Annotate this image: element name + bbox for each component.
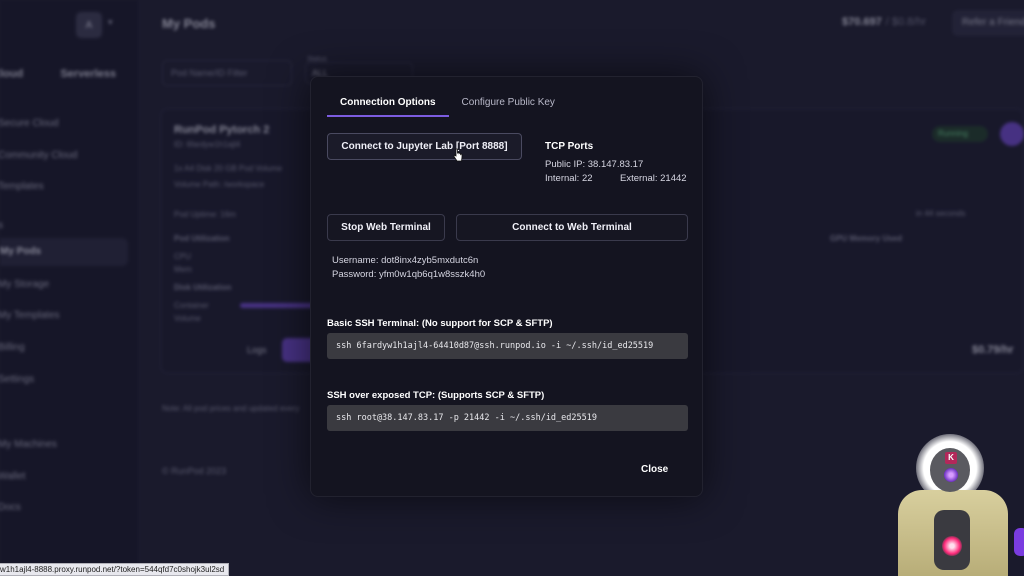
sidebar-item-my-templates[interactable]: My Templates [0, 310, 60, 321]
account-balance: $70.697/ $0.8/hr [842, 16, 926, 28]
pod-price: $0.79/hr [972, 344, 1014, 356]
gpu-memory-label: GPU Memory Used [830, 234, 903, 243]
webcam-overlay: K [890, 430, 1024, 576]
sidebar-item-docs[interactable]: Docs [0, 502, 21, 513]
balance-value: $70.697 [842, 16, 882, 28]
sidebar-item-my-machines[interactable]: My Machines [0, 439, 57, 450]
terminal-password: Password: yfm0w1qb6q1w8sszk4h0 [332, 269, 486, 280]
chevron-down-icon[interactable]: ▾ [108, 17, 113, 28]
sidebar-item-secure-cloud[interactable]: Secure Cloud [0, 118, 59, 129]
status-bar-url: w1h1ajl4-8888.proxy.runpod.net/?token=54… [0, 563, 230, 576]
page-title: My Pods [162, 16, 216, 31]
eye-icon [944, 468, 958, 482]
sidebar-item-my-pods[interactable]: My Pods [0, 238, 128, 266]
internal-port: Internal: 22 [545, 173, 593, 184]
balance-rate: / $0.8/hr [885, 16, 927, 28]
refer-friend-button[interactable]: Refer a Friend [952, 10, 1024, 36]
copyright: © RunPod 2023 [162, 466, 227, 476]
pod-filter-input[interactable]: Pod Name/ID Filter [162, 60, 292, 86]
ssh-basic-command[interactable]: ssh 6fardyw1h1ajl4-64410d87@ssh.runpod.i… [327, 333, 688, 359]
pod-name: RunPod Pytorch 2 [174, 124, 270, 136]
collapse-toggle-button[interactable] [1000, 122, 1024, 146]
pod-id: ID: 6fardyw1h1ajl4 [174, 140, 241, 149]
sidebar: A ▾ Cloud Serverless Secure Cloud Commun… [0, 0, 140, 576]
chat-bubble-icon [1014, 528, 1024, 556]
connect-jupyter-button[interactable]: Connect to Jupyter Lab [Port 8888] [327, 133, 522, 160]
tcp-ports-title: TCP Ports [545, 141, 594, 152]
logs-button[interactable]: Logs [247, 345, 267, 355]
k-logo-icon: K [945, 452, 957, 464]
stop-web-terminal-button[interactable]: Stop Web Terminal [327, 214, 445, 241]
tab-connection-options[interactable]: Connection Options [327, 91, 449, 117]
external-port: External: 21442 [620, 173, 687, 184]
pod-utilization-label: Pod Utilization [174, 234, 230, 243]
sidebar-item-wallet[interactable]: Wallet [0, 471, 25, 482]
sidebar-tab-cloud[interactable]: Cloud [0, 68, 23, 80]
ssh-tcp-command[interactable]: ssh root@38.147.83.17 -p 21442 -i ~/.ssh… [327, 405, 688, 431]
ssh-tcp-title: SSH over exposed TCP: (Supports SCP & SF… [327, 390, 545, 401]
hand-cursor-icon [453, 148, 463, 162]
volume-label: Volume [174, 314, 201, 323]
mem-label: Mem [174, 265, 192, 274]
public-ip: Public IP: 38.147.83.17 [545, 159, 644, 170]
account-avatar[interactable]: A [76, 12, 102, 38]
status-badge: Running [932, 126, 988, 142]
sidebar-item-my-storage[interactable]: My Storage [0, 279, 49, 290]
sidebar-tab-serverless[interactable]: Serverless [60, 68, 116, 80]
modal-tabs: Connection Options Configure Public Key [327, 91, 568, 117]
sidebar-item-templates[interactable]: Templates [0, 181, 44, 192]
pod-specs: 1x A4 Disk 20 GB Pod Volume [174, 164, 283, 173]
sidebar-item-settings[interactable]: Settings [0, 374, 34, 385]
connection-modal: Connection Options Configure Public Key … [310, 76, 703, 497]
pod-volume-path: Volume Path: /workspace [174, 180, 265, 189]
sidebar-item-billing[interactable]: Billing [0, 342, 25, 353]
sidebar-section-label: s [0, 220, 3, 231]
pricing-note: Note: All pod prices and updated every [162, 404, 300, 413]
container-label: Container [174, 301, 209, 310]
refresh-countdown: in 44 seconds [916, 209, 966, 218]
sidebar-item-community-cloud[interactable]: Community Cloud [0, 150, 77, 161]
ssh-basic-title: Basic SSH Terminal: (No support for SCP … [327, 318, 553, 329]
connect-web-terminal-button[interactable]: Connect to Web Terminal [456, 214, 688, 241]
disk-utilization-label: Disk Utilization [174, 283, 232, 292]
close-button[interactable]: Close [641, 464, 668, 475]
chest-light-icon [942, 536, 962, 556]
cpu-label: CPU [174, 252, 191, 261]
terminal-username: Username: dot8inx4zyb5mxdutc6n [332, 255, 479, 266]
pod-uptime: Pod Uptime: 16m [174, 210, 236, 219]
tab-configure-public-key[interactable]: Configure Public Key [449, 91, 568, 117]
